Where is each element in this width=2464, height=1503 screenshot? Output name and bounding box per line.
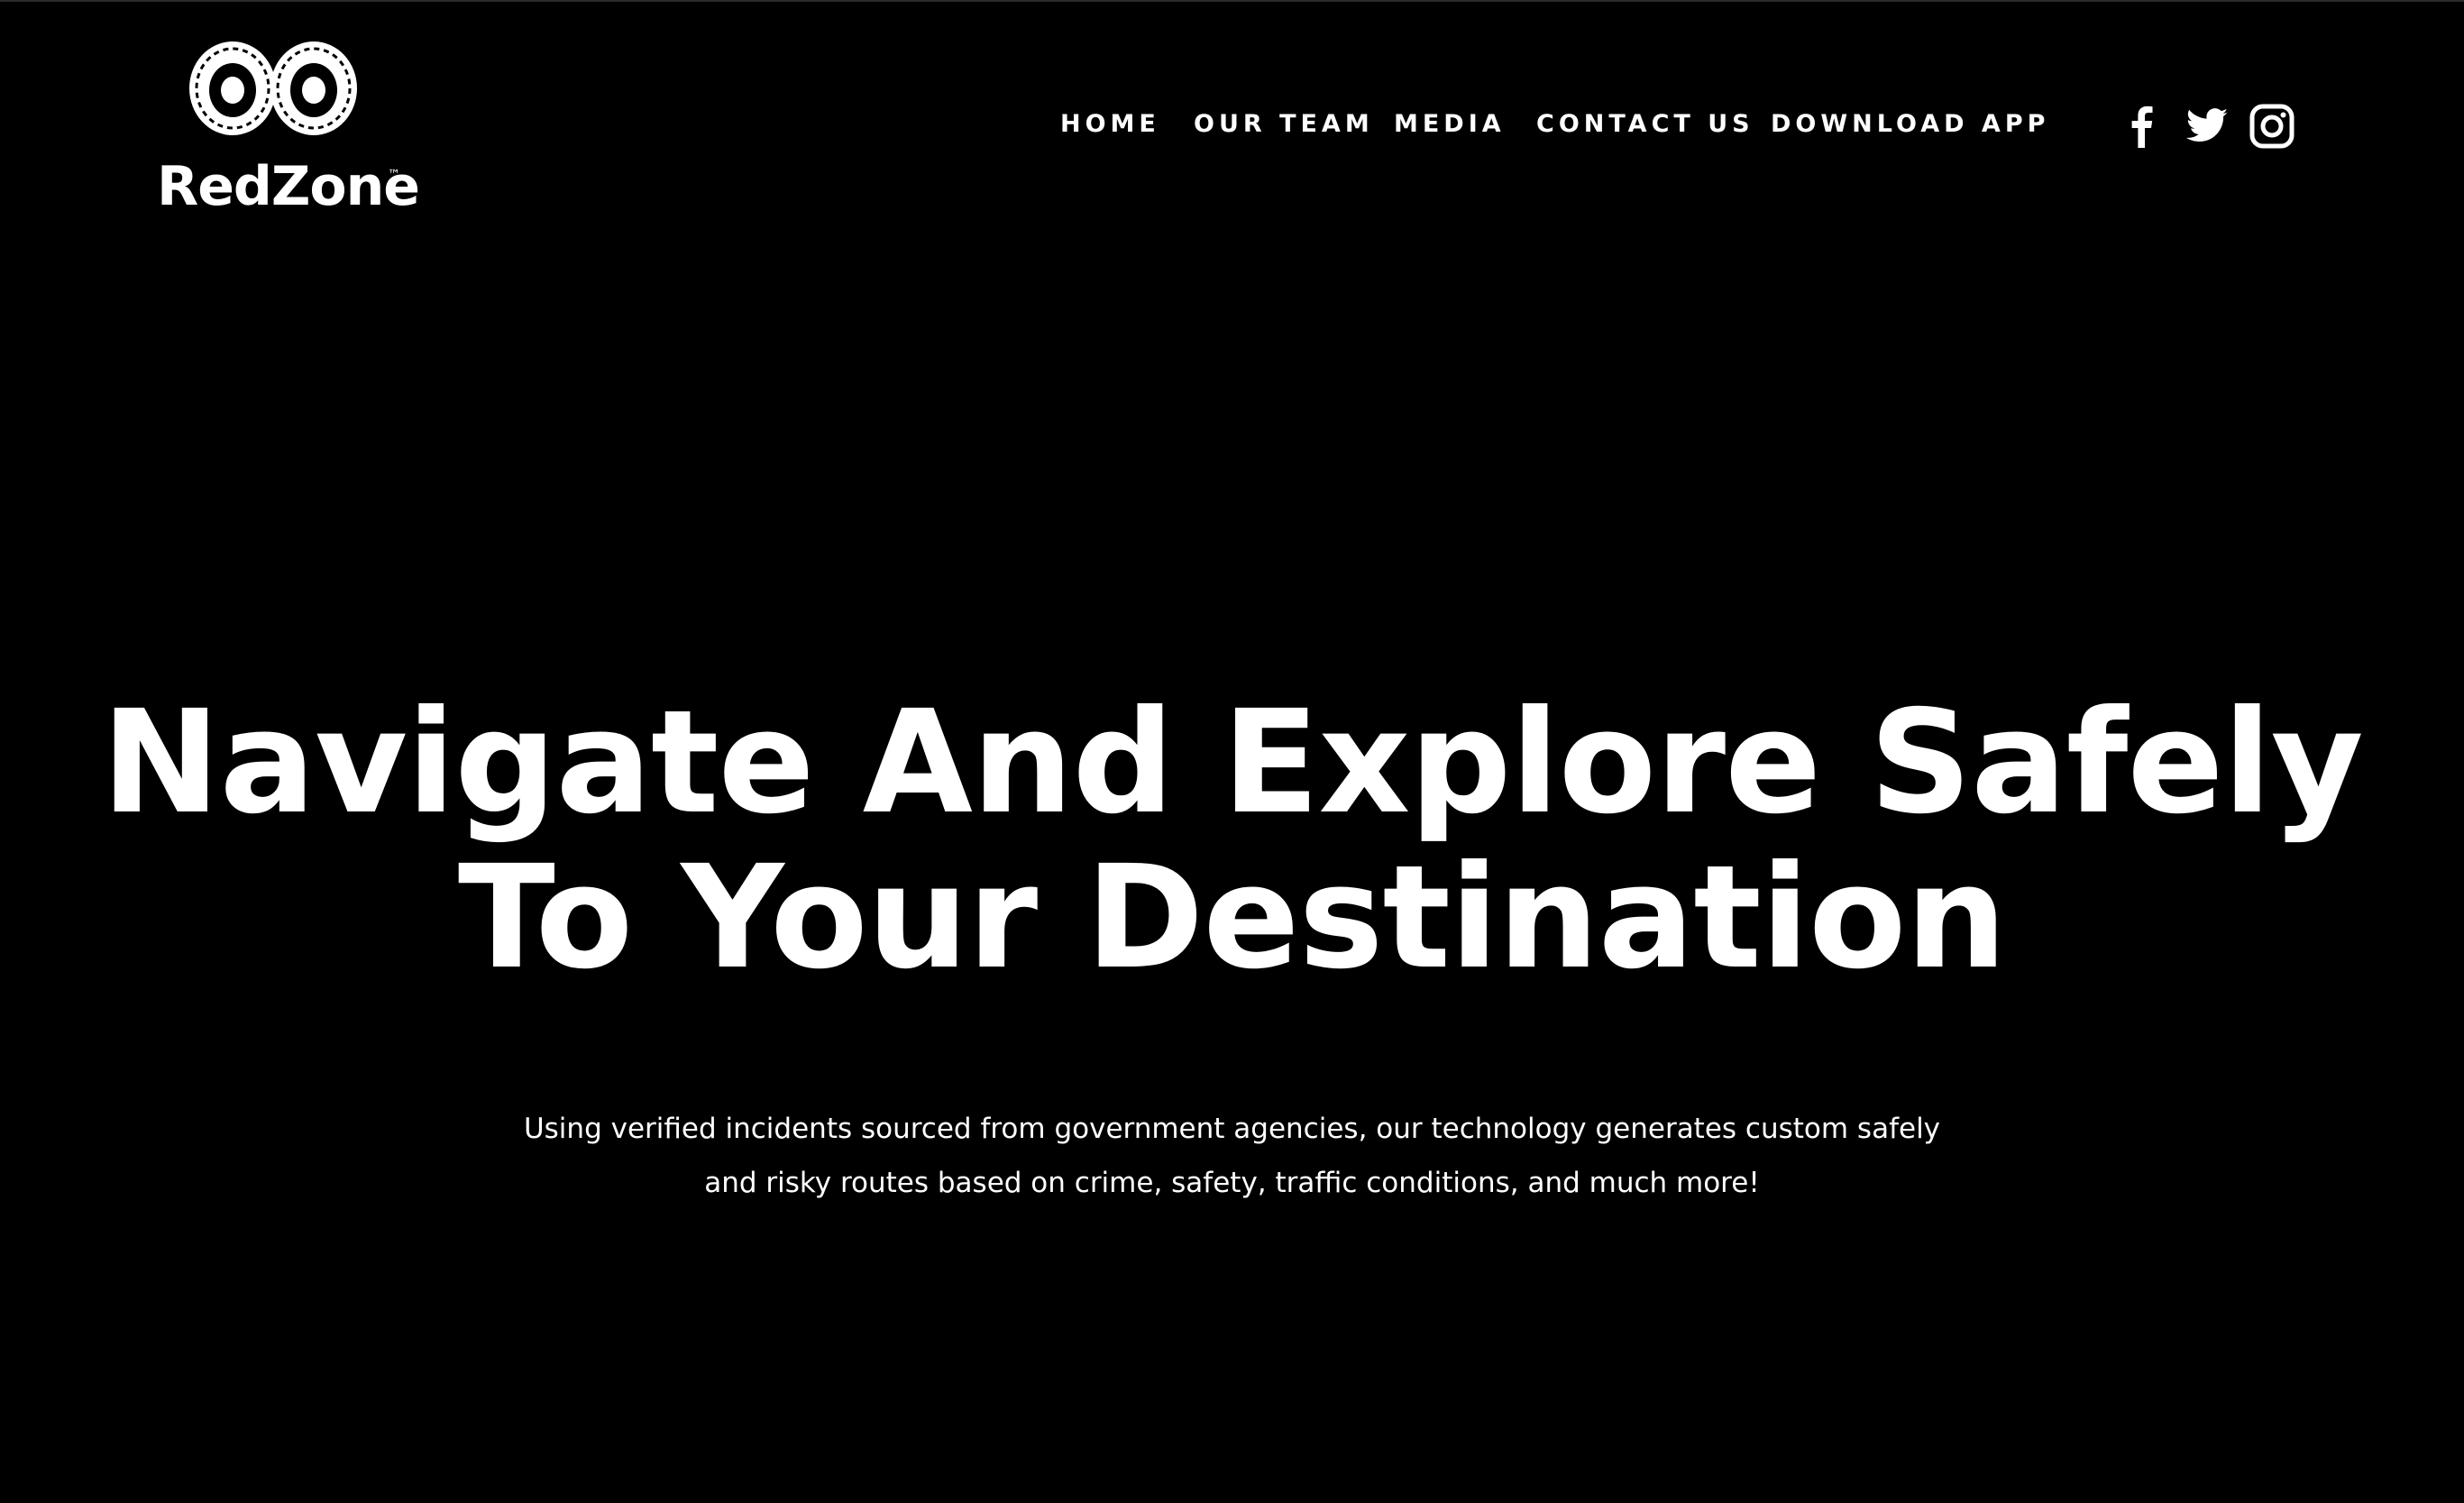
site-header: RedZone ™ HOME OUR TEAM MEDIA CONTACT US… bbox=[0, 0, 2464, 234]
brand-trademark: ™ bbox=[388, 168, 400, 182]
facebook-icon[interactable] bbox=[2117, 101, 2167, 151]
hero-title-line-2: To Your Destination bbox=[457, 835, 2007, 1001]
hero-subtitle: Using verified incidents sourced from go… bbox=[0, 1102, 2464, 1210]
nav-item-our-team[interactable]: OUR TEAM bbox=[1194, 110, 1374, 138]
nav-item-contact-us[interactable]: CONTACT US bbox=[1536, 110, 1754, 138]
nav-item-media[interactable]: MEDIA bbox=[1394, 110, 1506, 138]
brand-name: RedZone bbox=[157, 155, 420, 218]
nav-item-home[interactable]: HOME bbox=[1060, 110, 1160, 138]
twitter-icon[interactable] bbox=[2182, 101, 2232, 151]
logo-eyes-icon bbox=[189, 41, 357, 135]
brand-logo[interactable]: RedZone ™ bbox=[151, 36, 420, 225]
hero-subtitle-line-2: and risky routes based on crime, safety,… bbox=[704, 1167, 1760, 1199]
hero-title-line-1: Navigate And Explore Safely bbox=[101, 680, 2363, 846]
hero-subtitle-line-1: Using verified incidents sourced from go… bbox=[523, 1113, 1941, 1145]
instagram-icon[interactable] bbox=[2247, 101, 2297, 151]
hero-title: Navigate And Explore Safely To Your Dest… bbox=[0, 685, 2464, 995]
nav-item-download-app[interactable]: DOWNLOAD APP bbox=[1771, 110, 2049, 138]
